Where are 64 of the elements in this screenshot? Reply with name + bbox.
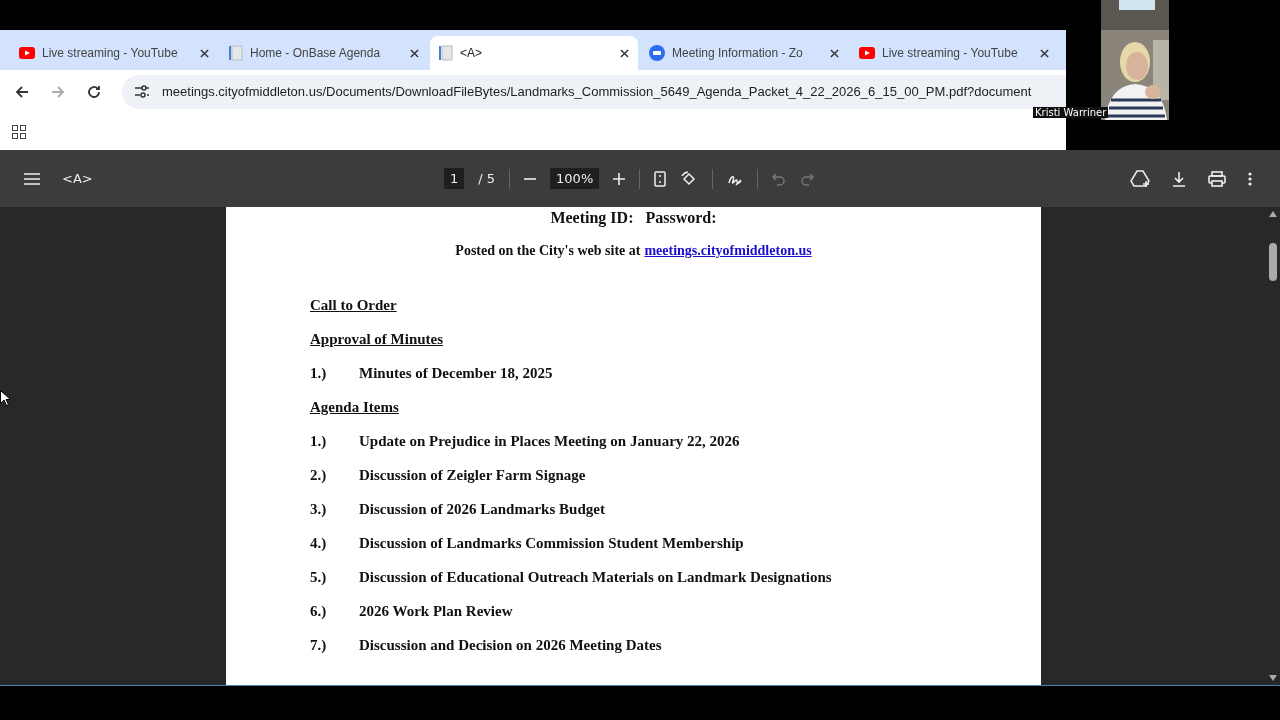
tab-title: Meeting Information - Zo [672,46,804,60]
meeting-id-line: Meeting ID: Password: [549,209,718,229]
posted-text: Posted on the City's web site at [455,243,641,259]
scroll-up-icon[interactable] [1269,211,1277,217]
cursor-icon [0,390,10,406]
more-icon[interactable] [1248,171,1252,186]
item-number: 7.) [310,637,328,655]
menu-icon[interactable] [24,172,40,185]
browser-tab[interactable]: <A> [430,36,638,70]
item-number: 3.) [310,501,328,519]
back-icon[interactable] [14,83,30,100]
play-icon [859,47,875,59]
section-heading: Call to Order [310,297,397,315]
participant-name: Kristi Warriner [1033,107,1109,118]
page-number-field[interactable]: 1 [444,168,465,189]
section-heading: Approval of Minutes [310,331,444,349]
tab-title: Live streaming - YouTube [882,46,1019,60]
item-number: 5.) [310,569,328,587]
download-icon[interactable] [1172,170,1186,187]
agenda-item: 2026 Work Plan Review [359,603,513,621]
zoom-in-icon[interactable] [613,172,626,185]
browser-tab[interactable]: Live streaming - YouTube [10,36,218,70]
close-icon[interactable] [410,48,419,58]
agenda-item: Discussion of Zeigler Farm Signage [359,467,586,485]
browser-tab[interactable]: Home - OnBase Agenda [220,36,428,70]
agenda-item: Update on Prejudice in Places Meeting on January 22, 2026 [359,433,740,451]
document-title: <A> [62,171,93,186]
agenda-item: Minutes of December 18, 2025 [359,365,553,383]
section-heading: Agenda Items [310,399,399,417]
tab-title: Live streaming - YouTube [42,46,179,60]
redo-icon[interactable] [800,171,815,186]
fit-page-icon[interactable] [654,170,667,187]
document-icon [229,45,243,61]
play-icon [19,47,35,59]
tab-title: <A> [460,46,484,60]
item-number: 6.) [310,603,328,621]
item-number: 2.) [310,467,328,485]
close-icon[interactable] [1040,48,1049,58]
apps-icon[interactable] [12,124,26,139]
website-link[interactable]: meetings.cityofmiddleton.us [644,243,812,259]
page-count: / 5 [478,171,496,186]
site-settings-icon[interactable] [134,84,150,99]
close-icon[interactable] [200,48,209,58]
item-number: 1.) [310,365,328,383]
reload-icon[interactable] [86,83,102,100]
browser-tab[interactable]: Meeting Information - Zo [640,36,848,70]
agenda-item: Discussion of Educational Outreach Materials on Landmark Designations [359,569,832,587]
agenda-item: Discussion of 2026 Landmarks Budget [359,501,605,519]
undo-icon[interactable] [772,171,787,186]
address-field[interactable]: meetings.cityofmiddleton.us/Documents/DownloadFileBytes/Landmarks_Commission_5649_Agenda_Packet_4_22_2026_6_15_00_PM.pdf?document [122,74,1066,109]
close-icon[interactable] [620,48,629,58]
browser-tab[interactable]: Live streaming - YouTube [850,36,1058,70]
item-number: 1.) [310,433,328,451]
scroll-down-icon[interactable] [1269,675,1277,681]
agenda-item: Discussion and Decision on 2026 Meeting Dates [359,637,662,655]
agenda-item: Discussion of Landmarks Commission Student Membership [359,535,744,553]
tab-title: Home - OnBase Agenda [250,46,382,60]
zoom-level-field[interactable]: 100% [550,168,600,189]
drive-add-icon[interactable] [1130,169,1150,188]
document-icon [439,45,453,61]
close-icon[interactable] [830,48,839,58]
print-icon[interactable] [1208,170,1226,187]
scrollbar-thumb[interactable] [1269,243,1277,281]
item-number: 4.) [310,535,328,553]
